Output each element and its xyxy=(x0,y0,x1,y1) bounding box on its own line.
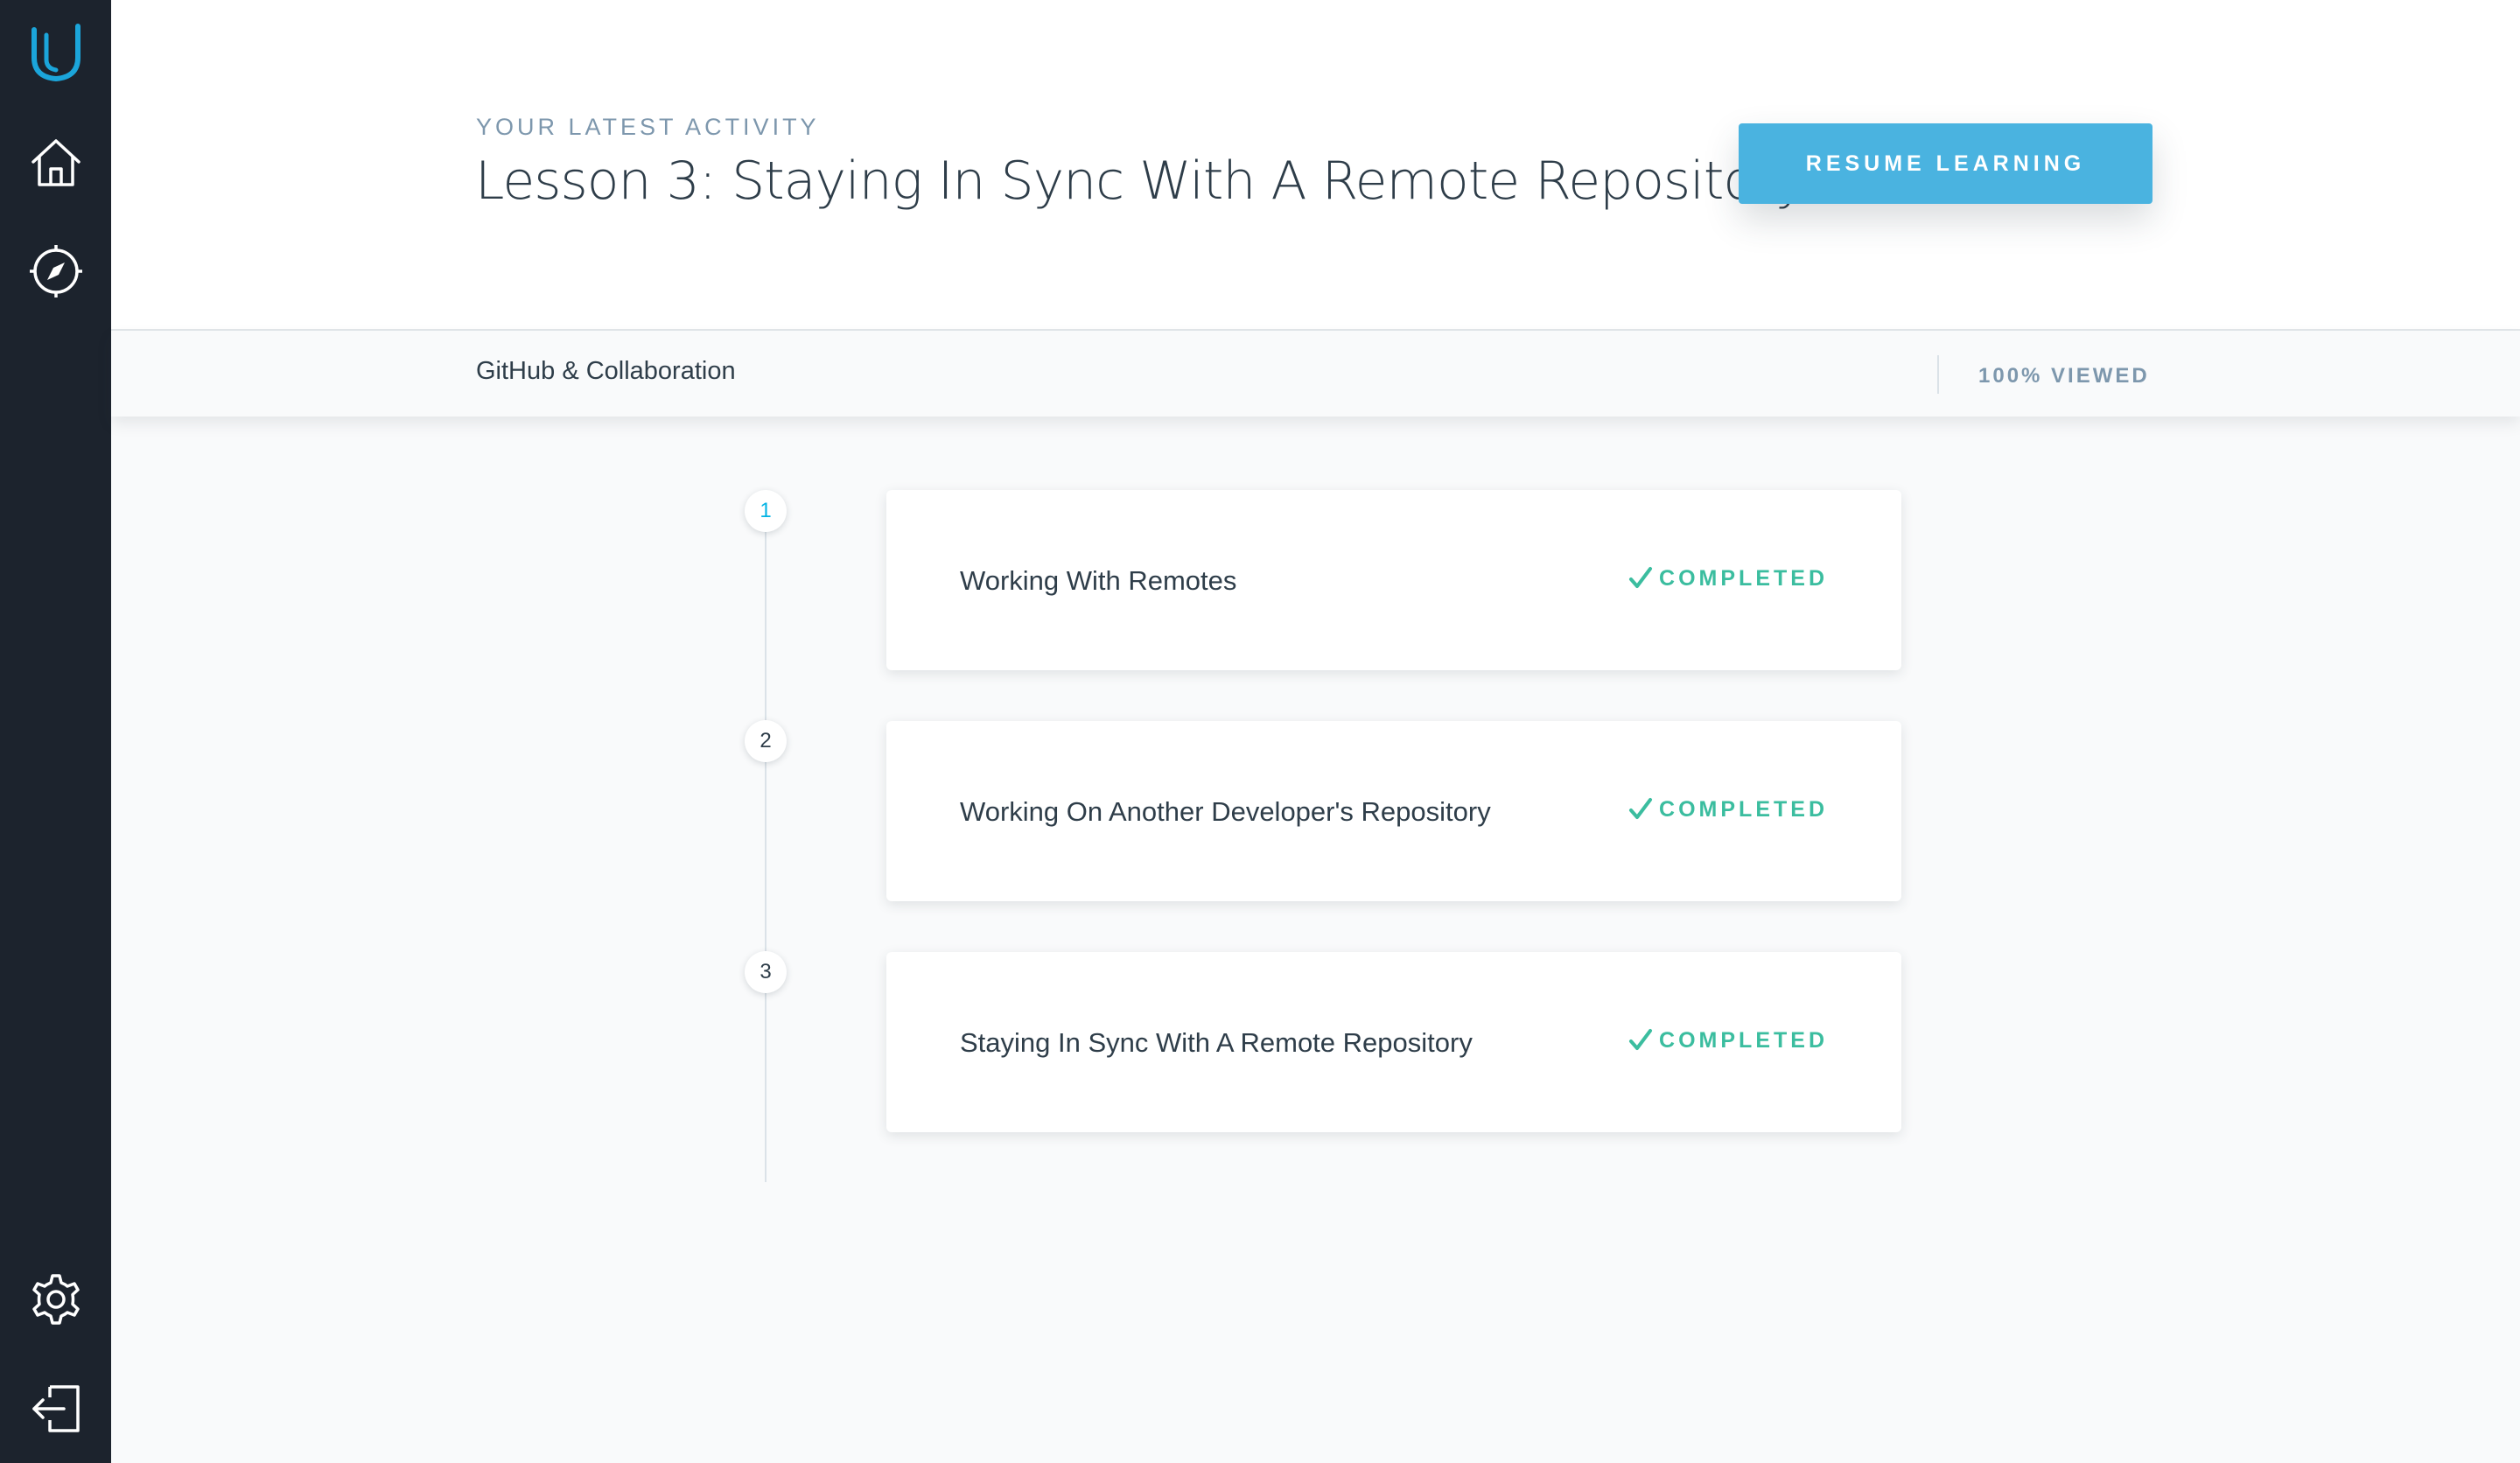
course-progress-bar: GitHub & Collaboration 100% VIEWED xyxy=(111,331,2520,416)
sidebar xyxy=(0,0,111,1463)
logout-icon[interactable] xyxy=(0,1365,111,1452)
course-name[interactable]: GitHub & Collaboration xyxy=(476,357,736,386)
resume-learning-button[interactable]: RESUME LEARNING xyxy=(1739,123,2152,204)
status-label: COMPLETED xyxy=(1659,565,1828,591)
completed-status: COMPLETED xyxy=(1628,565,1828,592)
compass-icon[interactable] xyxy=(0,228,111,315)
check-icon xyxy=(1628,796,1654,822)
completed-status: COMPLETED xyxy=(1628,1027,1828,1054)
concept-number: 3 xyxy=(745,951,787,993)
lesson-title: Lesson 3: Staying In Sync With A Remote … xyxy=(475,150,1806,212)
concept-card[interactable]: Staying In Sync With A Remote Repository… xyxy=(886,952,1901,1132)
concept-card[interactable]: Working On Another Developer's Repositor… xyxy=(886,721,1901,901)
concept-number: 2 xyxy=(745,720,787,762)
check-icon xyxy=(1628,565,1654,592)
concept-number: 1 xyxy=(745,490,787,532)
concept-card[interactable]: Working With Remotes COMPLETED xyxy=(886,490,1901,670)
status-label: COMPLETED xyxy=(1659,796,1828,822)
latest-activity-header: YOUR LATEST ACTIVITY Lesson 3: Staying I… xyxy=(111,0,2520,331)
progress-viewed-label: 100% VIEWED xyxy=(1978,364,2150,388)
home-icon[interactable] xyxy=(0,119,111,206)
status-label: COMPLETED xyxy=(1659,1027,1828,1053)
timeline-line xyxy=(765,510,766,1182)
check-icon xyxy=(1628,1027,1654,1054)
latest-activity-label: YOUR LATEST ACTIVITY xyxy=(476,114,820,140)
divider xyxy=(1937,355,1939,394)
concept-title: Staying In Sync With A Remote Repository xyxy=(960,1027,1473,1058)
completed-status: COMPLETED xyxy=(1628,796,1828,822)
concept-title: Working With Remotes xyxy=(960,565,1237,596)
concept-title: Working On Another Developer's Repositor… xyxy=(960,796,1491,827)
udacity-logo-icon[interactable] xyxy=(0,9,111,96)
gear-icon[interactable] xyxy=(0,1256,111,1343)
